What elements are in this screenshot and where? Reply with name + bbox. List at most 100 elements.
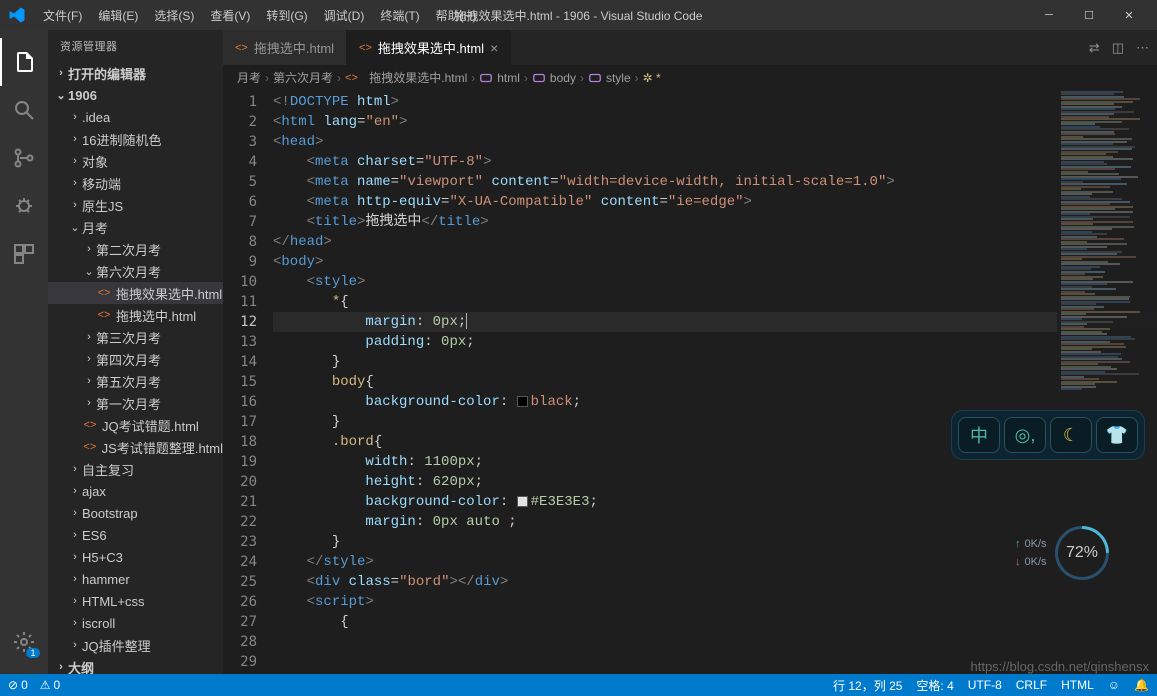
watermark: https://blog.csdn.net/qinshensx <box>970 659 1149 674</box>
download-speed: ↓0K/s <box>1015 556 1047 568</box>
more-actions-icon[interactable]: ⋯ <box>1136 40 1149 56</box>
status-cursor[interactable]: 行 12，列 25 <box>833 677 902 694</box>
breadcrumb-item[interactable]: <> 拖拽效果选中.html <box>345 69 467 86</box>
status-bar: ⊘ 0 ⚠ 0 行 12，列 25 空格: 4 UTF-8 CRLF HTML … <box>0 674 1157 696</box>
folder-item[interactable]: ›H5+C3 <box>48 546 223 568</box>
maximize-button[interactable]: ☐ <box>1069 0 1109 30</box>
menu-bar: 文件(F) 编辑(E) 选择(S) 查看(V) 转到(G) 调试(D) 终端(T… <box>36 3 483 28</box>
search-icon <box>12 98 36 122</box>
editor-tabs: <>拖拽选中.html <>拖拽效果选中.html× ⇄ ◫ ⋯ <box>223 30 1157 65</box>
chevron-icon: › <box>68 177 82 189</box>
breadcrumb-item[interactable]: 第六次月考 <box>273 69 333 86</box>
folder-item[interactable]: ›Bootstrap <box>48 502 223 524</box>
html-icon: <> <box>96 309 112 321</box>
code-editor[interactable]: 1234567891011121314151617181920212223242… <box>223 90 1157 674</box>
html-icon: <> <box>82 419 98 431</box>
line-gutter: 1234567891011121314151617181920212223242… <box>223 90 273 674</box>
folder-item[interactable]: ›hammer <box>48 568 223 590</box>
folder-item[interactable]: ›ES6 <box>48 524 223 546</box>
upload-speed: ↑0K/s <box>1015 538 1047 550</box>
folder-item[interactable]: ›第三次月考 <box>48 326 223 348</box>
menu-view[interactable]: 查看(V) <box>203 3 257 28</box>
menu-go[interactable]: 转到(G) <box>259 3 314 28</box>
folder-item[interactable]: ›原生JS <box>48 194 223 216</box>
file-item[interactable]: <>JS考试错题整理.html <box>48 436 223 458</box>
activity-settings[interactable]: 1 <box>0 618 48 666</box>
folder-item[interactable]: ›HTML+css <box>48 590 223 612</box>
window-controls: ─ ☐ ✕ <box>1029 0 1149 30</box>
status-warnings[interactable]: ⚠ 0 <box>40 678 60 692</box>
folder-item[interactable]: ›对象 <box>48 150 223 172</box>
ime-skin-button[interactable]: 👕 <box>1096 417 1138 453</box>
code-content[interactable]: <!DOCTYPE html><html lang="en"><head> <m… <box>273 90 1157 674</box>
activity-explorer[interactable] <box>0 38 48 86</box>
vscode-logo-icon <box>8 6 26 24</box>
symbol-icon <box>479 71 493 85</box>
extensions-icon <box>12 242 36 266</box>
folder-item[interactable]: ›16进制随机色 <box>48 128 223 150</box>
ime-lang-button[interactable]: 中 <box>958 417 1000 453</box>
chevron-icon: › <box>68 463 82 475</box>
split-editor-icon[interactable]: ◫ <box>1112 40 1124 56</box>
chevron-icon: › <box>68 133 82 145</box>
menu-terminal[interactable]: 终端(T) <box>373 3 426 28</box>
menu-file[interactable]: 文件(F) <box>36 3 89 28</box>
folder-item[interactable]: ›第一次月考 <box>48 392 223 414</box>
minimize-button[interactable]: ─ <box>1029 0 1069 30</box>
folder-item[interactable]: ›.idea <box>48 106 223 128</box>
folder-item[interactable]: ›iscroll <box>48 612 223 634</box>
activity-scm[interactable] <box>0 134 48 182</box>
status-eol[interactable]: CRLF <box>1016 678 1047 692</box>
file-item[interactable]: <>JQ考试错题.html <box>48 414 223 436</box>
chevron-icon: › <box>68 529 82 541</box>
chevron-icon: › <box>82 397 96 409</box>
close-button[interactable]: ✕ <box>1109 0 1149 30</box>
chevron-icon: › <box>68 639 82 651</box>
folder-item[interactable]: ›ajax <box>48 480 223 502</box>
folder-item[interactable]: ›第二次月考 <box>48 238 223 260</box>
folder-item[interactable]: ›JQ插件整理 <box>48 634 223 656</box>
folder-item[interactable]: ›移动端 <box>48 172 223 194</box>
folder-item[interactable]: ›第四次月考 <box>48 348 223 370</box>
minimap[interactable] <box>1057 90 1157 674</box>
source-control-icon <box>12 146 36 170</box>
file-item[interactable]: <>拖拽效果选中.html <box>48 282 223 304</box>
menu-debug[interactable]: 调试(D) <box>317 3 372 28</box>
breadcrumb[interactable]: 月考› 第六次月考› <> 拖拽效果选中.html› html› body› s… <box>223 65 1157 90</box>
file-item[interactable]: <>拖拽选中.html <box>48 304 223 326</box>
breadcrumb-item[interactable]: html <box>479 71 520 85</box>
chevron-icon: › <box>68 617 82 629</box>
tab-1[interactable]: <>拖拽选中.html <box>223 30 347 65</box>
breadcrumb-item[interactable]: style <box>588 71 631 85</box>
open-editors-section[interactable]: ›打开的编辑器 <box>48 62 223 84</box>
breadcrumb-item[interactable]: 月考 <box>237 69 261 86</box>
folder-item[interactable]: ⌄月考 <box>48 216 223 238</box>
outline-section[interactable]: ›大纲 <box>48 656 223 674</box>
menu-edit[interactable]: 编辑(E) <box>91 3 145 28</box>
breadcrumb-item[interactable]: ✲ * <box>643 71 661 85</box>
html-icon: <> <box>96 287 112 299</box>
breadcrumb-item[interactable]: body <box>532 71 576 85</box>
chevron-icon: › <box>82 243 96 255</box>
folder-root[interactable]: ⌄1906 <box>48 84 223 106</box>
files-icon <box>13 50 37 74</box>
folder-item[interactable]: ›自主复习 <box>48 458 223 480</box>
activity-extensions[interactable] <box>0 230 48 278</box>
chevron-icon: › <box>68 155 82 167</box>
tab-2[interactable]: <>拖拽效果选中.html× <box>347 30 511 65</box>
status-language[interactable]: HTML <box>1061 678 1094 692</box>
status-feedback-icon[interactable]: ☺ <box>1108 678 1120 692</box>
activity-search[interactable] <box>0 86 48 134</box>
ime-punct-button[interactable]: ◎, <box>1004 417 1046 453</box>
folder-item[interactable]: ›第五次月考 <box>48 370 223 392</box>
ime-theme-button[interactable]: ☾ <box>1050 417 1092 453</box>
activity-debug[interactable] <box>0 182 48 230</box>
status-notifications-icon[interactable]: 🔔 <box>1134 678 1149 692</box>
folder-item[interactable]: ⌄第六次月考 <box>48 260 223 282</box>
tab-close-icon[interactable]: × <box>490 40 498 56</box>
status-indent[interactable]: 空格: 4 <box>916 677 953 694</box>
compare-icon[interactable]: ⇄ <box>1089 40 1100 56</box>
status-errors[interactable]: ⊘ 0 <box>8 678 28 692</box>
menu-selection[interactable]: 选择(S) <box>147 3 201 28</box>
status-encoding[interactable]: UTF-8 <box>968 678 1002 692</box>
